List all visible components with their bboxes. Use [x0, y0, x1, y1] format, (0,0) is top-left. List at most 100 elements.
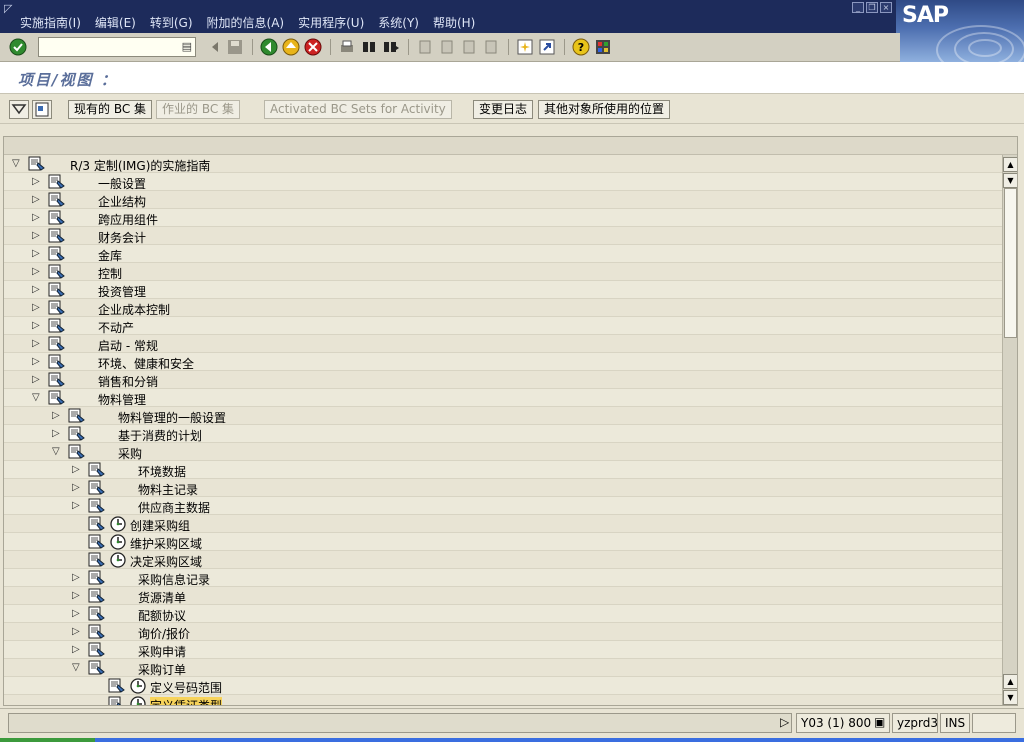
tree-node[interactable]: ▷ 物料管理的一般设置: [4, 407, 1002, 425]
tree-node-label[interactable]: 物料管理: [98, 391, 146, 408]
tree-node-label[interactable]: 启动 - 常规: [98, 337, 158, 354]
documentation-icon[interactable]: [68, 408, 85, 423]
restore-icon[interactable]: ❐: [866, 2, 878, 13]
menu-item[interactable]: 转到(G): [150, 14, 193, 31]
scroll-thumb[interactable]: [1004, 188, 1017, 338]
tree-node[interactable]: ▷ 物料主记录: [4, 479, 1002, 497]
collapse-node-icon[interactable]: ▽: [32, 392, 42, 404]
collapse-node-icon[interactable]: ▽: [72, 662, 82, 674]
tree-node-label[interactable]: 采购订单: [138, 661, 186, 678]
minimize-icon[interactable]: _: [852, 2, 864, 13]
documentation-icon[interactable]: [88, 642, 105, 657]
scroll-down-icon[interactable]: ▼: [1003, 690, 1017, 705]
enter-check-icon[interactable]: [9, 38, 27, 56]
next-page-icon[interactable]: [460, 38, 478, 56]
tree-node-label[interactable]: 定义号码范围: [150, 679, 222, 696]
expand-node-icon[interactable]: ▷: [32, 248, 42, 260]
tree-node-label[interactable]: 基于消费的计划: [118, 427, 202, 444]
tree-node[interactable]: ▷ 金库: [4, 245, 1002, 263]
documentation-icon[interactable]: [28, 156, 45, 171]
menu-item[interactable]: 实施指南(I): [20, 14, 81, 31]
tree-node[interactable]: ▷ 配额协议: [4, 605, 1002, 623]
tree-node[interactable]: ▷ 供应商主数据: [4, 497, 1002, 515]
tree-node-label[interactable]: 物料主记录: [138, 481, 198, 498]
page-down-icon[interactable]: ▼: [1003, 173, 1017, 188]
tree-node[interactable]: ▷ 投资管理: [4, 281, 1002, 299]
tree-node-label[interactable]: 维护采购区域: [130, 535, 202, 552]
expand-node-icon[interactable]: ▷: [72, 482, 82, 494]
tree-node-label[interactable]: 供应商主数据: [138, 499, 210, 516]
previous-page-icon[interactable]: [438, 38, 456, 56]
tree-node[interactable]: ▷ 财务会计: [4, 227, 1002, 245]
exit-icon[interactable]: [282, 38, 300, 56]
tree-node[interactable]: ▷ 一般设置: [4, 173, 1002, 191]
tree-node-label[interactable]: 财务会计: [98, 229, 146, 246]
tree-node[interactable]: ▷ 采购申请: [4, 641, 1002, 659]
documentation-icon[interactable]: [48, 300, 65, 315]
tree-node-label[interactable]: 环境、健康和安全: [98, 355, 194, 372]
back-icon[interactable]: [260, 38, 278, 56]
expand-node-icon[interactable]: ▷: [32, 302, 42, 314]
menu-item[interactable]: 附加的信息(A): [207, 14, 285, 31]
tree-node-label[interactable]: 一般设置: [98, 175, 146, 192]
command-field[interactable]: ▤: [38, 37, 196, 57]
tree-node-label[interactable]: 跨应用组件: [98, 211, 158, 228]
tree-node-label[interactable]: R/3 定制(IMG)的实施指南: [70, 157, 210, 174]
documentation-icon[interactable]: [88, 534, 105, 549]
tree-node[interactable]: ▷ 环境、健康和安全: [4, 353, 1002, 371]
tree-node[interactable]: 定义号码范围: [4, 677, 1002, 695]
expand-node-icon[interactable]: ▷: [72, 464, 82, 476]
execute-activity-clock-icon[interactable]: [110, 516, 126, 532]
expand-node-icon[interactable]: ▷: [32, 320, 42, 332]
vertical-scrollbar[interactable]: ▲ ▼ ▲ ▼: [1002, 155, 1017, 705]
tree-node[interactable]: ▷ 询价/报价: [4, 623, 1002, 641]
documentation-icon[interactable]: [48, 390, 65, 405]
expand-node-icon[interactable]: ▷: [52, 410, 62, 422]
tree-node-label[interactable]: 环境数据: [138, 463, 186, 480]
expand-node-icon[interactable]: ▷: [32, 266, 42, 278]
documentation-icon[interactable]: [48, 336, 65, 351]
tree-node-label[interactable]: 投资管理: [98, 283, 146, 300]
tree-node[interactable]: ▷ 货源清单: [4, 587, 1002, 605]
page-up-icon[interactable]: ▲: [1003, 674, 1017, 689]
expand-node-icon[interactable]: ▷: [72, 500, 82, 512]
expand-node-icon[interactable]: ▷: [72, 626, 82, 638]
expand-subtree-button[interactable]: [9, 100, 29, 119]
documentation-icon[interactable]: [48, 228, 65, 243]
find-icon[interactable]: [360, 38, 378, 56]
start-button[interactable]: [0, 738, 95, 742]
tree-node-label[interactable]: 不动产: [98, 319, 134, 336]
tree-node[interactable]: ▷ 基于消费的计划: [4, 425, 1002, 443]
close-icon[interactable]: ×: [880, 2, 892, 13]
documentation-button[interactable]: [32, 100, 52, 119]
last-page-icon[interactable]: [482, 38, 500, 56]
tree-node-label[interactable]: 采购信息记录: [138, 571, 210, 588]
documentation-icon[interactable]: [88, 552, 105, 567]
expand-node-icon[interactable]: ▷: [32, 284, 42, 296]
find-next-icon[interactable]: [382, 38, 400, 56]
current-bc-set-button[interactable]: 现有的 BC 集: [68, 100, 153, 119]
first-page-icon[interactable]: [416, 38, 434, 56]
collapse-node-icon[interactable]: ▽: [12, 158, 22, 170]
documentation-icon[interactable]: [48, 192, 65, 207]
command-history-icon[interactable]: ▤: [182, 40, 192, 53]
documentation-icon[interactable]: [48, 174, 65, 189]
documentation-icon[interactable]: [68, 426, 85, 441]
documentation-icon[interactable]: [88, 480, 105, 495]
save-icon[interactable]: [226, 38, 244, 56]
documentation-icon[interactable]: [108, 696, 125, 705]
documentation-icon[interactable]: [88, 498, 105, 513]
documentation-icon[interactable]: [88, 570, 105, 585]
documentation-icon[interactable]: [88, 588, 105, 603]
expand-node-icon[interactable]: ▷: [72, 608, 82, 620]
tree-node[interactable]: ▽ R/3 定制(IMG)的实施指南: [4, 155, 1002, 173]
expand-node-icon[interactable]: ▷: [32, 194, 42, 206]
expand-node-icon[interactable]: ▷: [72, 572, 82, 584]
documentation-icon[interactable]: [48, 318, 65, 333]
documentation-icon[interactable]: [48, 264, 65, 279]
tree-node[interactable]: ▷ 环境数据: [4, 461, 1002, 479]
tree-node-label[interactable]: 采购: [118, 445, 142, 462]
documentation-icon[interactable]: [48, 354, 65, 369]
tree-node[interactable]: ▷ 销售和分销: [4, 371, 1002, 389]
menu-item[interactable]: 帮助(H): [433, 14, 475, 31]
